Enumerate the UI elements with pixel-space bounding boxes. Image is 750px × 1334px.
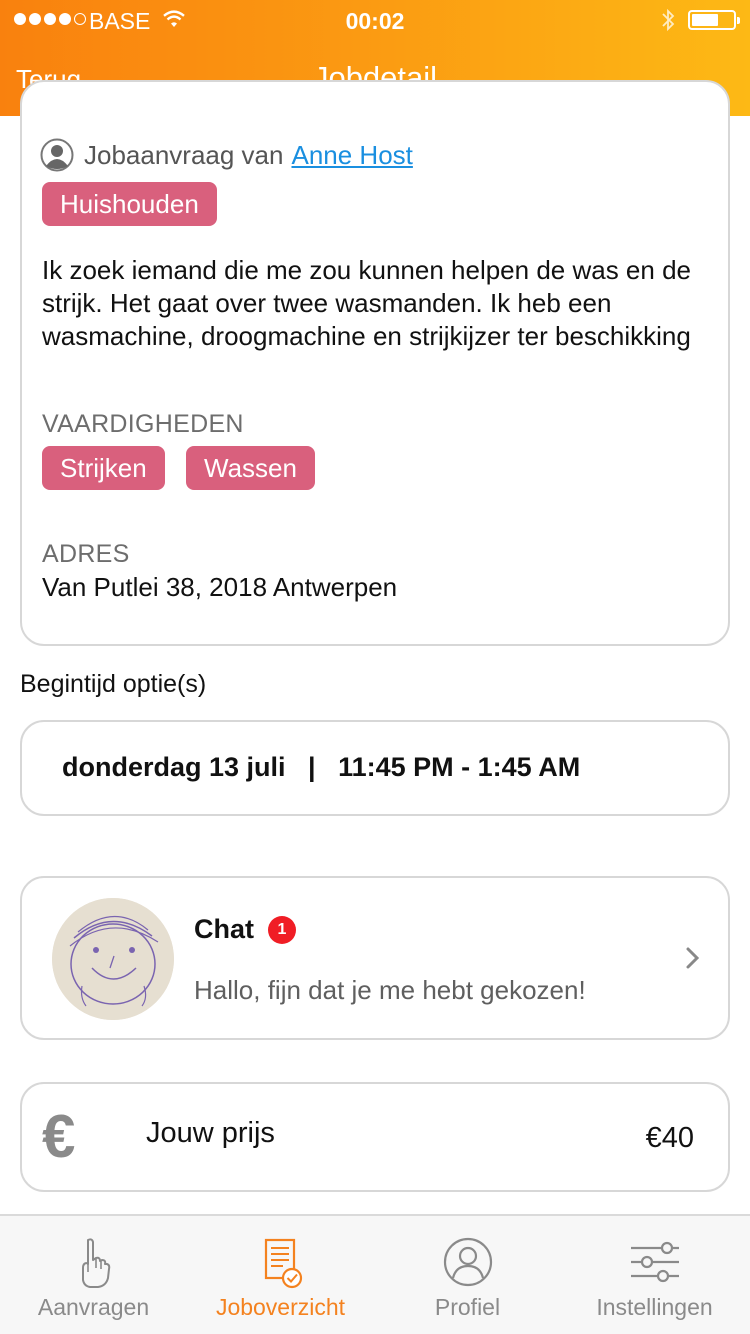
- price-row: € Jouw prijs €40: [20, 1082, 730, 1192]
- euro-icon: €: [42, 1103, 76, 1170]
- job-description: Ik zoek iemand die me zou kunnen helpen …: [42, 255, 691, 351]
- bluetooth-icon: [662, 8, 675, 32]
- price-value: €40: [645, 1122, 694, 1154]
- tab-label: Aanvragen: [37, 1294, 150, 1320]
- address-label: ADRES: [42, 540, 130, 568]
- document-check-icon: [264, 1238, 302, 1289]
- battery-icon: [688, 10, 740, 30]
- status-bar: BASE 00:02: [0, 0, 750, 40]
- chevron-right-icon: [686, 947, 700, 969]
- unread-badge: 1: [268, 916, 296, 944]
- profile-icon: [443, 1237, 492, 1287]
- requester-row: Jobaanvraag van Anne Host: [40, 138, 413, 172]
- clock: 00:02: [345, 8, 405, 34]
- start-time-label: Begintijd optie(s): [20, 670, 207, 698]
- tab-label: Joboverzicht: [215, 1294, 346, 1320]
- tab-joboverzicht[interactable]: Joboverzicht: [187, 1216, 374, 1334]
- user-icon: [40, 138, 74, 172]
- address-value: Van Putlei 38, 2018 Antwerpen: [42, 572, 398, 602]
- chat-last-message: Hallo, fijn dat je me hebt gekozen!: [194, 975, 586, 1005]
- tab-profiel[interactable]: Profiel: [374, 1216, 561, 1334]
- start-time-text: donderdag 13 juli | 11:45 PM - 1:45 AM: [62, 752, 581, 782]
- skills-label: VAARDIGHEDEN: [42, 410, 244, 438]
- chat-row[interactable]: Chat 1 Hallo, fijn dat je me hebt gekoze…: [20, 876, 730, 1040]
- tab-aanvragen[interactable]: Aanvragen: [0, 1216, 187, 1334]
- tab-bar: Aanvragen Joboverzicht Profiel Instellin…: [0, 1214, 750, 1334]
- chat-title: Chat: [194, 914, 254, 944]
- tab-label: Instellingen: [596, 1294, 713, 1320]
- tab-label: Profiel: [434, 1294, 501, 1320]
- skill-tag: Wassen: [186, 446, 315, 490]
- requester-prefix: Jobaanvraag van: [84, 139, 284, 170]
- category-tag: Huishouden: [42, 182, 217, 226]
- sliders-icon: [630, 1241, 679, 1283]
- price-label: Jouw prijs: [146, 1117, 275, 1149]
- hand-icon: [81, 1238, 110, 1288]
- skill-tag: Strijken: [42, 446, 165, 490]
- start-time-option[interactable]: donderdag 13 juli | 11:45 PM - 1:45 AM: [20, 720, 730, 816]
- tab-instellingen[interactable]: Instellingen: [561, 1216, 748, 1334]
- avatar: [52, 898, 174, 1020]
- requester-name-link[interactable]: Anne Host: [291, 140, 412, 171]
